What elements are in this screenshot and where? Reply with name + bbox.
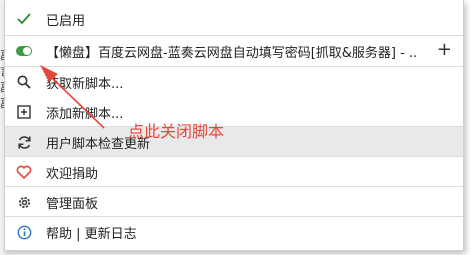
donate-item[interactable]: 欢迎捐助 (5, 157, 463, 187)
get-new-script-label: 获取新脚本... (46, 76, 124, 92)
dashboard-item[interactable]: 管理面板 (5, 187, 463, 217)
tampermonkey-popup-menu: 已启用 【懒盘】百度云网盘-蓝奏云网盘自动填写密码[抓取&服务器] - ... … (4, 0, 464, 251)
check-updates-item[interactable]: 用户脚本检查更新 (5, 127, 463, 157)
plus-icon[interactable]: + (437, 41, 452, 59)
search-icon (16, 74, 32, 90)
get-new-script-item[interactable]: 获取新脚本... (5, 67, 463, 97)
add-new-script-label: 添加新脚本... (46, 106, 124, 122)
toggle-on-icon (16, 46, 32, 56)
gear-icon (16, 194, 32, 210)
enabled-toggle-item[interactable]: 已启用 (5, 4, 463, 34)
plus-square-icon (16, 104, 32, 120)
help-changelog-item[interactable]: 帮助 | 更新日志 (5, 217, 463, 247)
add-new-script-item[interactable]: 添加新脚本... (5, 97, 463, 127)
script-name: 【懒盘】百度云网盘-蓝奏云网盘自动填写密码[抓取&服务器] - ... (46, 45, 418, 61)
script-toggle[interactable] (16, 43, 32, 59)
check-icon (16, 11, 32, 27)
info-icon (16, 224, 32, 240)
enabled-label: 已启用 (46, 13, 86, 29)
script-item-lanpan[interactable]: 【懒盘】百度云网盘-蓝奏云网盘自动填写密码[抓取&服务器] - ... + (5, 36, 463, 66)
dashboard-label: 管理面板 (46, 196, 99, 212)
help-changelog-label: 帮助 | 更新日志 (46, 226, 137, 242)
annotation-text: 点此关闭脚本 (128, 122, 225, 141)
heart-icon (16, 164, 32, 180)
refresh-icon (16, 134, 32, 150)
donate-label: 欢迎捐助 (46, 166, 99, 182)
